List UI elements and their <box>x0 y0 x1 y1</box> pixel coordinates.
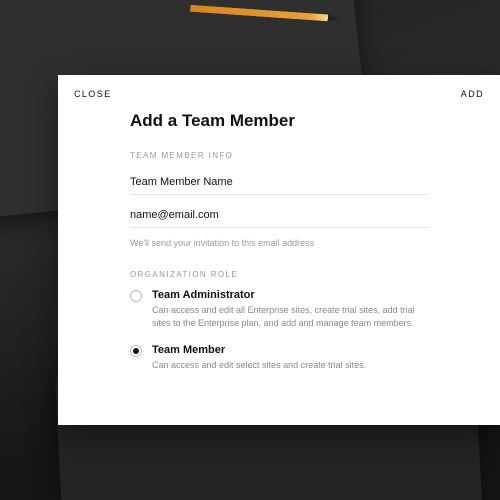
email-input[interactable] <box>130 203 428 228</box>
close-button[interactable]: CLOSE <box>74 89 112 99</box>
radio-text: Team Administrator Can access and edit a… <box>152 289 428 330</box>
radio-team-member[interactable]: Team Member Can access and edit select s… <box>130 344 428 372</box>
name-input[interactable] <box>130 170 428 195</box>
add-button[interactable]: ADD <box>461 89 484 99</box>
radio-desc: Can access and edit all Enterprise sites… <box>152 304 428 330</box>
section-label-info: TEAM MEMBER INFO <box>130 151 428 160</box>
radio-text: Team Member Can access and edit select s… <box>152 344 428 372</box>
section-label-role: ORGANIZATION ROLE <box>130 270 428 279</box>
radio-title: Team Administrator <box>152 289 428 301</box>
email-hint: We'll send your invitation to this email… <box>130 238 428 248</box>
modal-header: CLOSE ADD <box>58 75 500 107</box>
radio-team-administrator[interactable]: Team Administrator Can access and edit a… <box>130 289 428 330</box>
radio-title: Team Member <box>152 344 428 356</box>
modal-title: Add a Team Member <box>130 111 428 131</box>
radio-desc: Can access and edit select sites and cre… <box>152 359 428 372</box>
radio-icon <box>130 290 142 302</box>
modal-body: Add a Team Member TEAM MEMBER INFO We'll… <box>58 107 500 372</box>
radio-icon <box>130 345 142 357</box>
add-team-member-modal: CLOSE ADD Add a Team Member TEAM MEMBER … <box>58 75 500 425</box>
